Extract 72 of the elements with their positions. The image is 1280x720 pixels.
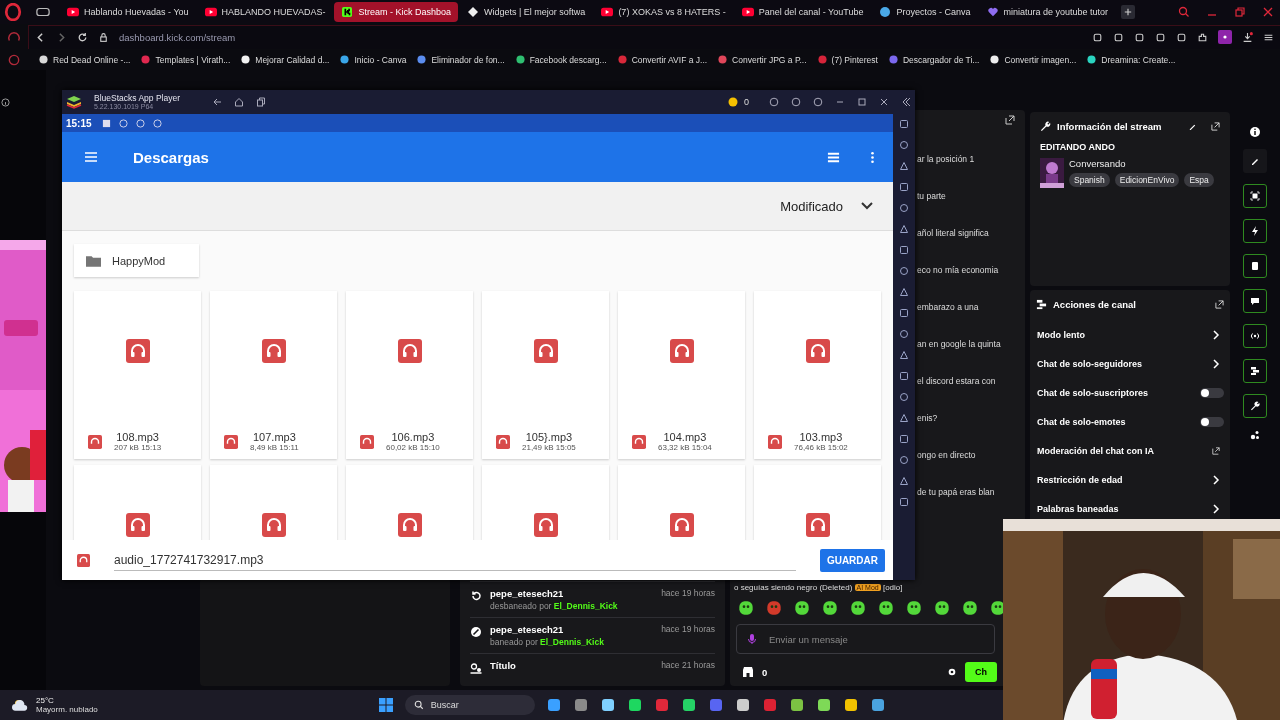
search-field[interactable]: Buscar <box>404 695 535 715</box>
bookmark[interactable]: Red Dead Online -... <box>39 54 131 65</box>
file-tile[interactable]: 106.mp3 60,02 kB 15:10 <box>346 291 473 459</box>
timestamp: hace 21 horas <box>661 660 715 670</box>
bookmark[interactable]: Inicio - Canva <box>340 54 407 65</box>
timestamp: hace 19 horas <box>661 624 715 634</box>
channel-action[interactable]: Chat de solo-seguidores <box>1036 349 1224 378</box>
chat-message: añol literal significa <box>917 228 990 238</box>
message-field[interactable]: Enviar un mensaje <box>736 624 995 654</box>
timestamp: hace 19 horas <box>661 588 715 598</box>
username: pepe_etesech21 <box>490 624 565 635</box>
channel-action[interactable]: Palabras baneadas <box>1036 494 1224 523</box>
coin-count: 0 <box>744 97 749 107</box>
channel-action[interactable]: Modo lento <box>1036 320 1224 349</box>
temperature: 25°C <box>36 696 55 705</box>
points-count: 0 <box>762 666 768 678</box>
browser-tab[interactable]: Widgets | El mejor softwa <box>460 2 593 22</box>
bookmark[interactable]: Facebook descarg... <box>515 54 607 65</box>
browser-tab[interactable]: Stream - Kick Dashboa <box>334 2 458 22</box>
action-text: desbaneado por El_Dennis_Kick <box>490 601 619 611</box>
file-tile[interactable]: 103.mp3 76,46 kB 15:02 <box>754 291 881 459</box>
file-tile[interactable]: 105}.mp3 21,49 kB 15:05 <box>482 291 609 459</box>
chat-message: eco no mía economia <box>917 265 1000 275</box>
browser-tab[interactable]: HABLANDO HUEVADAS- <box>197 2 333 22</box>
channel-action[interactable]: Moderación del chat con IA <box>1036 436 1224 465</box>
tag[interactable]: Espa <box>1184 173 1214 187</box>
category[interactable]: Conversando <box>1069 158 1214 169</box>
stream-title: EDITANDO ANDO <box>1040 142 1116 152</box>
action-text: baneado por El_Dennis_Kick <box>490 637 605 647</box>
sort-dropdown[interactable]: Modificado <box>780 198 873 214</box>
bookmark[interactable]: Dreamina: Create... <box>1087 54 1176 65</box>
browser-tab[interactable]: Panel del canal - YouTube <box>734 2 871 22</box>
tag[interactable]: Spanish <box>1069 173 1110 187</box>
bookmark[interactable]: Convertir JPG a P... <box>718 54 807 65</box>
bookmark[interactable]: Convertir AVIF a J... <box>617 54 708 65</box>
browser-tab[interactable]: miniatura de youtube tutor <box>979 2 1116 22</box>
chat-message: enis? <box>917 413 939 423</box>
bookmark[interactable]: Mejorar Calidad d... <box>241 54 330 65</box>
channel-action[interactable]: Restricción de edad <box>1036 465 1224 494</box>
channel-action[interactable]: Chat de solo-suscriptores <box>1036 378 1224 407</box>
bookmark[interactable]: Convertir imagen... <box>990 54 1077 65</box>
bookmark[interactable]: (7) Pinterest <box>817 54 878 65</box>
username: Título <box>490 660 517 671</box>
chat-message: ongo en directo <box>917 450 977 460</box>
window-title: BlueStacks App Player <box>94 93 180 103</box>
panel-title: Acciones de canal <box>1053 298 1136 310</box>
address-field[interactable]: dashboard.kick.com/stream <box>119 31 236 43</box>
username: pepe_etesech21 <box>490 588 565 599</box>
file-tile[interactable]: 104.mp3 63,32 kB 15:04 <box>618 291 745 459</box>
browser-tab[interactable]: Proyectos - Canva <box>872 2 978 22</box>
file-tile[interactable]: 107.mp3 8,49 kB 15:11 <box>210 291 337 459</box>
save-button[interactable]: GUARDAR <box>819 548 885 572</box>
chat-message: el discord estara con <box>917 376 997 386</box>
clock: 15:15 <box>66 117 92 129</box>
chat-message: embarazo a una <box>917 302 980 312</box>
channel-action[interactable]: Chat de solo-emotes <box>1036 407 1224 436</box>
folder-item[interactable]: HappyMod <box>74 244 199 277</box>
chat-message: ar la posición 1 <box>917 154 976 164</box>
bookmark[interactable]: Descargador de Ti... <box>888 54 980 65</box>
chat-message: tu parte <box>917 191 947 201</box>
chat-message: de tu papá eras blan <box>917 487 996 497</box>
tag[interactable]: EdicionEnVivo <box>1114 173 1180 187</box>
bookmark[interactable]: Templates | Virath... <box>141 54 231 65</box>
bookmark[interactable]: Eliminador de fon... <box>417 54 505 65</box>
chat-message: an en google la quinta <box>917 339 1002 349</box>
weather-text: Mayorm. nublado <box>36 705 98 714</box>
browser-tab[interactable]: Hablando Huevadas - You <box>60 2 196 22</box>
panel-title: Información del stream <box>1057 120 1162 132</box>
chat-button[interactable]: Ch <box>965 662 997 682</box>
browser-tab[interactable]: (7) XOKAS vs 8 HATERS - <box>594 2 733 22</box>
file-tile[interactable]: 108.mp3 207 kB 15:13 <box>74 291 201 459</box>
app-title: Descargas <box>133 148 209 166</box>
